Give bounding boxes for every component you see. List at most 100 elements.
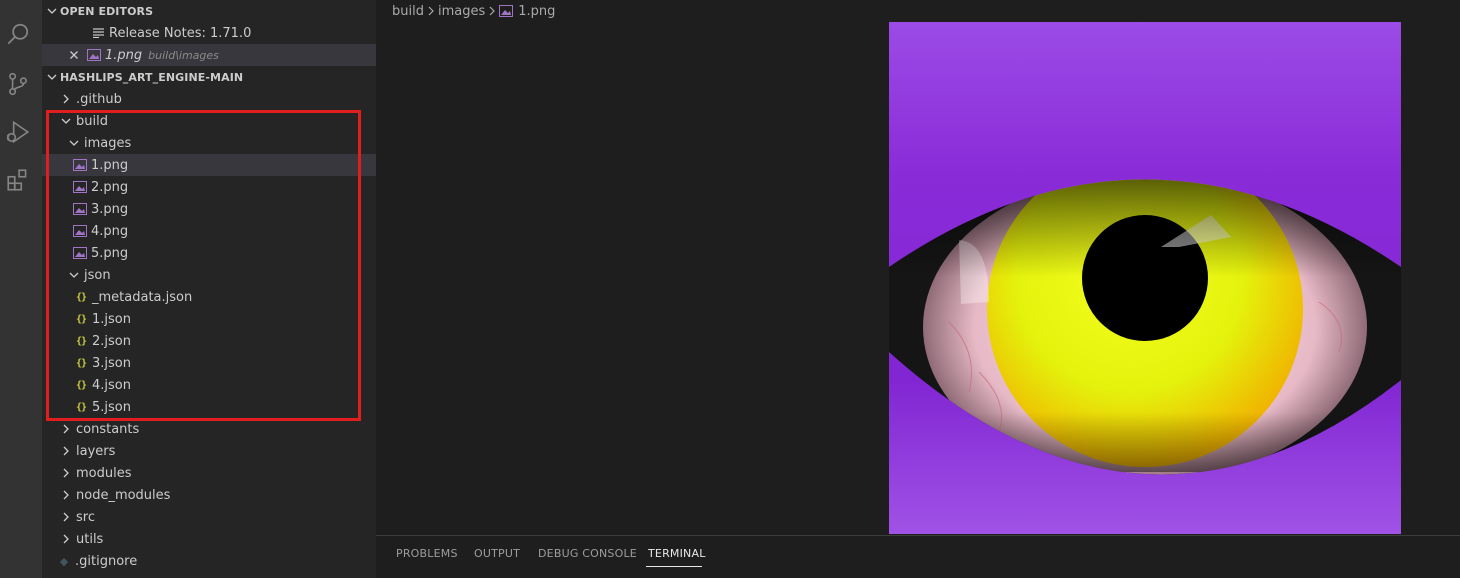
- tree-item-label: 3.png: [91, 201, 129, 217]
- open-editor-path: build\images: [148, 48, 219, 62]
- open-editor-item[interactable]: Release Notes: 1.71.0: [42, 22, 376, 44]
- tree-file-5-json[interactable]: {} 5.json: [42, 396, 376, 418]
- chevron-right-icon: [58, 465, 74, 481]
- tree-file-2-png[interactable]: 2.png: [42, 176, 376, 198]
- tree-folder-layers[interactable]: layers: [42, 440, 376, 462]
- json-file-icon: {}: [75, 357, 87, 369]
- tree-folder-build[interactable]: build: [42, 110, 376, 132]
- tree-item-label: modules: [76, 465, 132, 481]
- run-debug-icon[interactable]: [5, 119, 31, 145]
- tree-file-2-json[interactable]: {} 2.json: [42, 330, 376, 352]
- tree-item-label: 1.json: [92, 311, 131, 327]
- tree-folder-modules[interactable]: modules: [42, 462, 376, 484]
- section-title: HASHLIPS_ART_ENGINE-MAIN: [60, 70, 244, 84]
- activity-bar: [0, 0, 42, 578]
- tree-file-5-png[interactable]: 5.png: [42, 242, 376, 264]
- tab-output[interactable]: OUTPUT: [474, 547, 520, 560]
- close-icon[interactable]: [66, 47, 82, 63]
- tree-item-label: 2.png: [91, 179, 129, 195]
- tree-item-label: 4.json: [92, 377, 131, 393]
- image-file-icon: [499, 5, 514, 17]
- explorer-sidebar: OPEN EDITORS Release Notes: 1.71.0 1.png…: [42, 0, 376, 578]
- chevron-down-icon: [66, 135, 82, 151]
- chevron-down-icon: [66, 267, 82, 283]
- chevron-right-icon: [58, 531, 74, 547]
- open-editors-header[interactable]: OPEN EDITORS: [42, 0, 376, 22]
- tree-item-label: build: [76, 113, 108, 129]
- open-editor-label: Release Notes: 1.71.0: [109, 25, 252, 41]
- image-file-icon: [72, 201, 88, 217]
- json-file-icon: {}: [75, 335, 87, 347]
- tree-file-1-png[interactable]: 1.png: [42, 154, 376, 176]
- chevron-right-icon: [58, 443, 74, 459]
- chevron-down-icon: [44, 3, 60, 19]
- bottom-panel: PROBLEMS OUTPUT DEBUG CONSOLE TERMINAL: [376, 535, 1460, 578]
- tree-file-4-png[interactable]: 4.png: [42, 220, 376, 242]
- section-title: OPEN EDITORS: [60, 4, 154, 18]
- breadcrumb-item[interactable]: 1.png: [518, 4, 555, 19]
- open-editor-item[interactable]: 1.png build\images: [42, 44, 376, 66]
- chevron-right-icon: [424, 6, 438, 16]
- tree-item-label: layers: [76, 443, 116, 459]
- tree-folder-github[interactable]: .github: [42, 88, 376, 110]
- tree-item-label: 5.json: [92, 399, 131, 415]
- chevron-right-icon: [485, 6, 499, 16]
- tab-problems[interactable]: PROBLEMS: [396, 547, 458, 560]
- tree-item-label: 4.png: [91, 223, 129, 239]
- preview-icon: [90, 25, 106, 41]
- json-file-icon: {}: [75, 401, 87, 413]
- tree-folder-json[interactable]: json: [42, 264, 376, 286]
- open-editor-label: 1.png: [105, 47, 143, 63]
- tree-file-gitignore[interactable]: ◆ .gitignore: [42, 550, 376, 572]
- image-file-icon: [72, 245, 88, 261]
- tree-item-label: node_modules: [76, 487, 171, 503]
- chevron-right-icon: [58, 421, 74, 437]
- tree-item-label: .gitignore: [75, 553, 138, 569]
- image-file-icon: [72, 179, 88, 195]
- tree-file-3-png[interactable]: 3.png: [42, 198, 376, 220]
- tree-file-3-json[interactable]: {} 3.json: [42, 352, 376, 374]
- tree-folder-images[interactable]: images: [42, 132, 376, 154]
- eye-image-preview: [889, 22, 1401, 534]
- tree-file-metadata-json[interactable]: {} _metadata.json: [42, 286, 376, 308]
- tree-folder-utils[interactable]: utils: [42, 528, 376, 550]
- tree-item-label: images: [84, 135, 132, 151]
- chevron-down-icon: [44, 69, 60, 85]
- tree-item-label: _metadata.json: [92, 289, 193, 305]
- tree-file-4-json[interactable]: {} 4.json: [42, 374, 376, 396]
- chevron-right-icon: [58, 91, 74, 107]
- breadcrumb-item[interactable]: build: [392, 4, 424, 19]
- json-file-icon: {}: [75, 313, 87, 325]
- tree-item-label: json: [84, 267, 111, 283]
- tab-debug-console[interactable]: DEBUG CONSOLE: [538, 547, 637, 560]
- tree-file-1-json[interactable]: {} 1.json: [42, 308, 376, 330]
- tree-item-label: utils: [76, 531, 104, 547]
- breadcrumb-item[interactable]: images: [438, 4, 485, 19]
- breadcrumb: build images 1.png: [392, 2, 555, 20]
- tree-item-label: 2.json: [92, 333, 131, 349]
- image-file-icon: [72, 223, 88, 239]
- extensions-icon[interactable]: [5, 167, 31, 193]
- chevron-down-icon: [58, 113, 74, 129]
- json-file-icon: {}: [75, 291, 87, 303]
- tree-item-label: 1.png: [91, 157, 129, 173]
- chevron-right-icon: [58, 509, 74, 525]
- json-file-icon: {}: [75, 379, 87, 391]
- source-control-icon[interactable]: [5, 71, 31, 97]
- tree-folder-node-modules[interactable]: node_modules: [42, 484, 376, 506]
- search-icon[interactable]: [5, 22, 31, 48]
- tab-terminal[interactable]: TERMINAL: [648, 547, 706, 560]
- gitignore-file-icon: ◆: [59, 554, 69, 568]
- tree-folder-src[interactable]: src: [42, 506, 376, 528]
- tree-item-label: 3.json: [92, 355, 131, 371]
- image-file-icon: [86, 47, 102, 63]
- chevron-right-icon: [58, 487, 74, 503]
- tree-item-label: .github: [76, 91, 122, 107]
- image-editor: build images 1.png: [376, 0, 1460, 535]
- tree-item-label: 5.png: [91, 245, 129, 261]
- tree-item-label: src: [76, 509, 95, 525]
- project-header[interactable]: HASHLIPS_ART_ENGINE-MAIN: [42, 66, 376, 88]
- image-file-icon: [72, 157, 88, 173]
- tree-folder-constants[interactable]: constants: [42, 418, 376, 440]
- tree-item-label: constants: [76, 421, 140, 437]
